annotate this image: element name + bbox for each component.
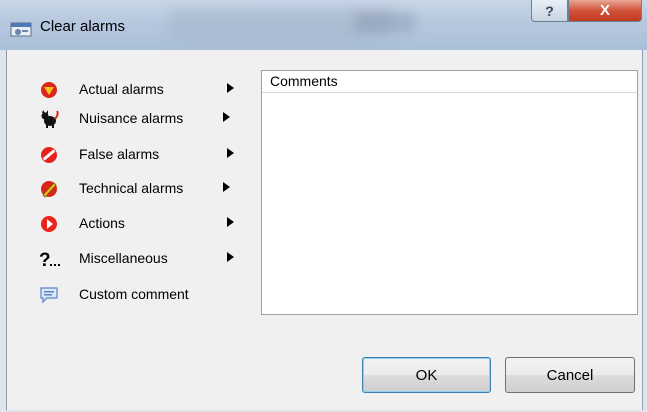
help-icon: ? [545, 2, 554, 19]
question-icon: ? [39, 250, 60, 270]
menu-item-false-alarms[interactable]: False alarms [39, 143, 249, 167]
svg-text:?: ? [39, 250, 51, 270]
ok-button[interactable]: OK [362, 357, 491, 393]
close-icon: X [599, 2, 610, 19]
menu-item-label: False alarms [79, 146, 160, 162]
menu-item-custom-comment[interactable]: Custom comment [39, 283, 249, 307]
submenu-arrow-icon [227, 148, 234, 158]
close-button[interactable]: X [568, 0, 642, 22]
menu-item-label: Nuisance alarms [79, 110, 184, 126]
speech-bubble-icon [40, 287, 58, 304]
menu-item-technical-alarms[interactable]: Technical alarms [39, 177, 249, 201]
no-entry-icon [41, 147, 57, 163]
menu-item-actions[interactable]: Actions [39, 212, 249, 236]
actual-alarm-icon [41, 82, 57, 98]
submenu-arrow-icon [227, 83, 234, 93]
submenu-arrow-icon [223, 182, 230, 192]
nuisance-cat-icon [41, 110, 59, 128]
window-title: Clear alarms [40, 18, 126, 35]
help-button[interactable]: ? [531, 0, 568, 22]
menu-item-miscellaneous[interactable]: ? Miscellaneous [39, 247, 249, 271]
menu-item-actual-alarms[interactable]: Actual alarms [39, 78, 249, 102]
app-icon [10, 22, 32, 37]
dialog-body: Actual alarms Nuisance alarms False alar… [6, 50, 643, 410]
comments-column-header[interactable]: Comments [262, 71, 637, 93]
submenu-arrow-icon [227, 217, 234, 227]
menu-item-nuisance-alarms[interactable]: Nuisance alarms [39, 107, 249, 131]
submenu-arrow-icon [223, 112, 230, 122]
comments-list[interactable]: Comments [261, 70, 638, 315]
play-action-icon [41, 216, 57, 232]
title-bar[interactable]: Clear alarms ? X [0, 0, 647, 50]
menu-item-label: Actual alarms [79, 81, 164, 97]
menu-item-label: Actions [79, 215, 125, 231]
clear-alarms-dialog: Clear alarms ? X Actual alarms Nuisance … [0, 0, 647, 412]
menu-item-label: Miscellaneous [79, 250, 168, 266]
submenu-arrow-icon [227, 252, 234, 262]
technical-alarm-icon [41, 181, 57, 198]
menu-item-label: Technical alarms [79, 180, 184, 196]
cancel-button[interactable]: Cancel [505, 357, 635, 393]
menu-item-label: Custom comment [79, 286, 189, 302]
